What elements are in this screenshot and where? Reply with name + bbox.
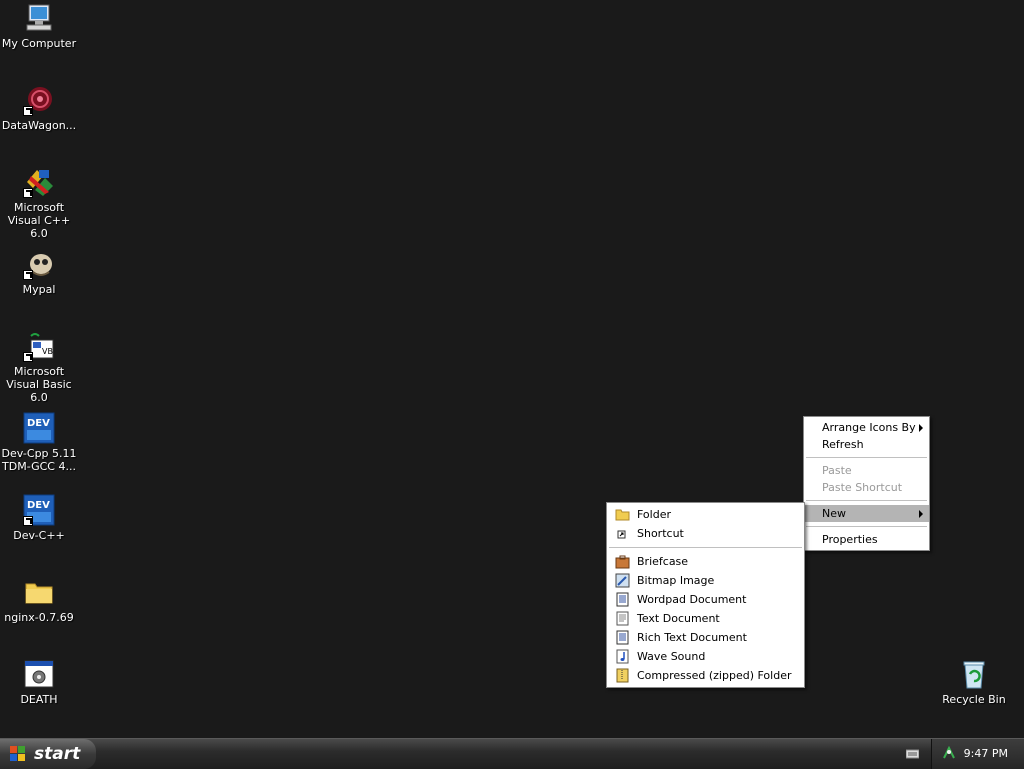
visual-basic-icon: VB	[23, 330, 55, 362]
text-document-icon	[615, 611, 630, 626]
menu-properties[interactable]: Properties	[804, 531, 929, 548]
icon-msvc[interactable]: Microsoft Visual C++ 6.0	[0, 166, 78, 240]
menu-new[interactable]: New	[804, 505, 929, 522]
new-shortcut[interactable]: Shortcut	[607, 524, 804, 543]
icon-datawagon[interactable]: DataWagon...	[0, 84, 78, 132]
menu-separator	[806, 500, 927, 501]
dev-cpp-icon: DEV	[23, 494, 55, 526]
windows-logo-icon	[10, 746, 26, 762]
computer-icon	[23, 2, 55, 34]
recycle-bin-icon	[958, 658, 990, 690]
icon-nginx[interactable]: nginx-0.7.69	[0, 576, 78, 624]
desktop[interactable]: My Computer DataWagon... Microsoft Visua…	[0, 0, 1024, 738]
new-text-document[interactable]: Text Document	[607, 609, 804, 628]
application-icon	[23, 658, 55, 690]
bitmap-icon	[615, 573, 630, 588]
wave-sound-icon	[615, 649, 630, 664]
icon-recycle-bin[interactable]: Recycle Bin	[935, 658, 1013, 706]
menu-paste-shortcut[interactable]: Paste Shortcut	[804, 479, 929, 496]
menu-arrange-icons-by[interactable]: Arrange Icons By	[804, 419, 929, 436]
new-rich-text-document[interactable]: Rich Text Document	[607, 628, 804, 647]
menu-separator	[609, 547, 802, 548]
folder-icon	[23, 576, 55, 608]
new-compressed-folder[interactable]: Compressed (zipped) Folder	[607, 666, 804, 685]
menu-separator	[806, 526, 927, 527]
keyboard-icon[interactable]	[905, 748, 920, 762]
submenu-arrow-icon	[919, 424, 923, 432]
icon-devcpp[interactable]: DEV Dev-C++	[0, 494, 78, 542]
network-icon[interactable]	[942, 745, 956, 763]
shortcut-arrow-icon	[23, 106, 33, 116]
shortcut-arrow-icon	[23, 188, 33, 198]
new-wordpad-document[interactable]: Wordpad Document	[607, 590, 804, 609]
taskbar: start 9:47 PM	[0, 738, 1024, 769]
desktop-context-menu: Arrange Icons By Refresh Paste Paste Sho…	[803, 416, 930, 551]
icon-devcpp-tdm[interactable]: DEV Dev-Cpp 5.11 TDM-GCC 4...	[0, 412, 78, 473]
icon-death[interactable]: DEATH	[0, 658, 78, 706]
datawagon-icon	[23, 84, 55, 116]
clock[interactable]: 9:47 PM	[964, 747, 1008, 760]
briefcase-icon	[615, 554, 630, 569]
submenu-arrow-icon	[919, 510, 923, 518]
new-wave-sound[interactable]: Wave Sound	[607, 647, 804, 666]
mypal-icon	[23, 248, 55, 280]
shortcut-arrow-icon	[23, 516, 33, 526]
shortcut-arrow-icon	[23, 352, 33, 362]
shortcut-arrow-icon	[23, 270, 33, 280]
rich-text-document-icon	[615, 630, 630, 645]
dev-cpp-icon: DEV	[23, 412, 55, 444]
new-briefcase[interactable]: Briefcase	[607, 552, 804, 571]
system-tray: 9:47 PM	[931, 739, 1024, 769]
menu-refresh[interactable]: Refresh	[804, 436, 929, 453]
new-submenu: Folder Shortcut Briefcase Bitmap Image W…	[606, 502, 805, 688]
icon-my-computer[interactable]: My Computer	[0, 2, 78, 50]
folder-icon	[615, 507, 630, 522]
new-bitmap-image[interactable]: Bitmap Image	[607, 571, 804, 590]
new-folder[interactable]: Folder	[607, 505, 804, 524]
icon-msvb[interactable]: VB Microsoft Visual Basic 6.0	[0, 330, 78, 404]
wordpad-document-icon	[615, 592, 630, 607]
svg-text:VB: VB	[42, 347, 53, 356]
shortcut-icon	[615, 526, 630, 541]
menu-paste[interactable]: Paste	[804, 462, 929, 479]
svg-text:DEV: DEV	[27, 500, 50, 511]
visual-cpp-icon	[23, 166, 55, 198]
svg-text:DEV: DEV	[27, 418, 50, 429]
icon-mypal[interactable]: Mypal	[0, 248, 78, 296]
zip-folder-icon	[615, 668, 630, 683]
menu-separator	[806, 457, 927, 458]
start-button[interactable]: start	[0, 739, 96, 769]
